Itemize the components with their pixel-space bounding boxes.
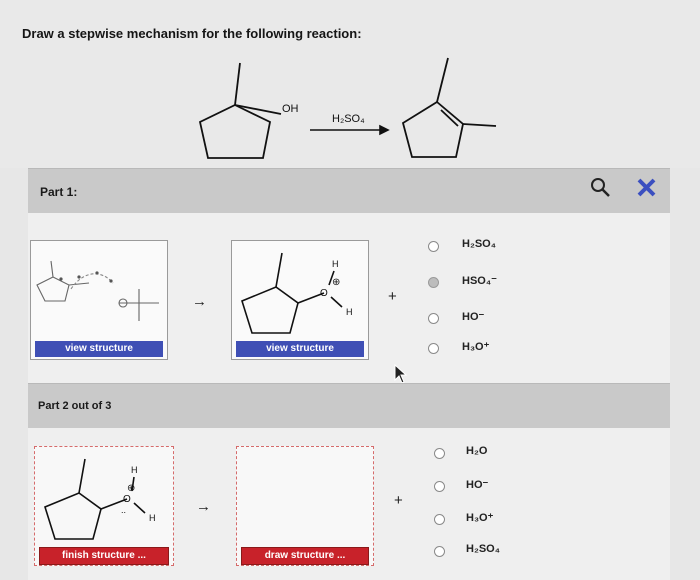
part2-label: Part 2 out of 3 (38, 400, 112, 412)
oh-label: OH (282, 103, 299, 115)
charge-label: ⊕ (127, 483, 135, 494)
view-structure-button-2[interactable]: view structure (236, 341, 364, 357)
h-top-label: H (332, 259, 339, 269)
magnifier-icon[interactable] (588, 175, 614, 201)
part2-header: Part 2 out of 3 (28, 383, 670, 429)
close-x-icon[interactable] (634, 175, 660, 201)
option-label: H₂SO₄ (462, 238, 496, 250)
option-label: H₃O⁺ (466, 512, 494, 524)
reaction-scheme: OH H₂SO₄ (198, 57, 497, 159)
option-label: H₃O⁺ (462, 341, 490, 353)
step-arrow-2: → (196, 498, 211, 515)
option-label: H₂O (466, 445, 488, 457)
mouse-cursor-icon (394, 364, 408, 384)
o-label: O (320, 288, 328, 299)
part2-panel: H O ⊕ H .. finish structure ... → draw s… (28, 428, 670, 580)
lone-pair-label: .. (121, 505, 126, 515)
plus-sign-2: + (394, 492, 403, 509)
plus-sign-1: + (388, 288, 397, 305)
radio-h3o[interactable] (434, 514, 445, 525)
question-area: Draw a stepwise mechanism for the follow… (0, 0, 700, 168)
radio-h2so4[interactable] (434, 546, 445, 557)
reagent-label: H₂SO₄ (332, 113, 365, 125)
h-top-label: H (131, 465, 138, 475)
radio-ho[interactable] (428, 313, 439, 324)
step-arrow-1: → (192, 293, 207, 310)
part1-options: H₂SO₄ HSO₄⁻ HO⁻ H₃O⁺ (428, 238, 608, 361)
radio-h2o[interactable] (434, 448, 445, 459)
reactant-structure (198, 62, 282, 159)
charge-label: ⊕ (332, 277, 340, 288)
o-label: O (123, 494, 131, 505)
draw-structure-button[interactable]: draw structure ... (241, 547, 369, 565)
option-label: HO⁻ (462, 311, 485, 323)
part1-panel: view structure → H O ⊕ H view structure … (28, 213, 670, 383)
option-label: HSO₄⁻ (462, 275, 497, 287)
option-label: H₂SO₄ (466, 543, 500, 555)
option-label: HO⁻ (466, 479, 489, 491)
part2-options: H₂O HO⁻ H₃O⁺ H₂SO₄ (434, 445, 614, 568)
radio-hso4[interactable] (428, 277, 439, 288)
view-structure-button-1[interactable]: view structure (35, 341, 163, 357)
part1-header: Part 1: (28, 168, 670, 214)
radio-h3o[interactable] (428, 343, 439, 354)
radio-h2so4[interactable] (428, 241, 439, 252)
finish-structure-card[interactable]: H O ⊕ H .. finish structure ... (34, 446, 174, 566)
structure-card-1: view structure (30, 240, 168, 360)
product-structure (401, 57, 497, 158)
h-right-label: H (346, 307, 353, 317)
radio-ho[interactable] (434, 481, 445, 492)
finish-structure-button[interactable]: finish structure ... (39, 547, 169, 565)
part1-label: Part 1: (40, 185, 78, 199)
draw-structure-card[interactable]: draw structure ... (236, 446, 374, 566)
structure-card-2: H O ⊕ H view structure (231, 240, 369, 360)
reaction-arrow (310, 124, 390, 136)
h-right-label: H (149, 513, 156, 523)
